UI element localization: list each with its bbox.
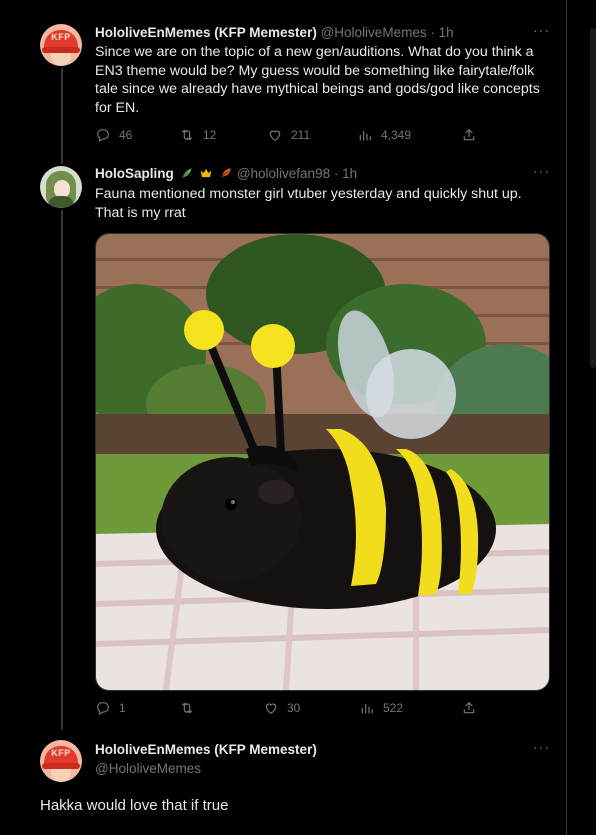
- repost-icon: [181, 129, 193, 141]
- author-name[interactable]: HoloSapling: [95, 166, 174, 181]
- column-border: [566, 0, 567, 835]
- thread-connector: [61, 210, 63, 730]
- tweet-text: Fauna mentioned monster girl vtuber yest…: [95, 186, 522, 221]
- guinea-pig-bee-photo: [96, 234, 549, 690]
- like-count: 30: [287, 701, 301, 715]
- avatar-cap-text: KFP: [51, 32, 71, 42]
- share-icon: [463, 128, 475, 141]
- tweet-header: HololiveEnMemes (KFP Memester): [95, 742, 317, 757]
- tweet-handle-line: @HololiveMemes: [95, 761, 201, 776]
- avatar[interactable]: KFP: [40, 740, 82, 782]
- reply-button[interactable]: 1: [95, 700, 126, 716]
- author-handle[interactable]: @HololiveMemes: [95, 761, 201, 776]
- tweet-header: HoloSapling @hololivefan98 · 1h: [95, 166, 357, 183]
- tweet-image[interactable]: [95, 233, 550, 691]
- author-name[interactable]: HololiveEnMemes (KFP Memester): [95, 25, 317, 40]
- like-button[interactable]: 30: [263, 700, 300, 716]
- more-icon[interactable]: ···: [533, 163, 550, 179]
- tweet-text: Since we are on the topic of a new gen/a…: [95, 44, 540, 116]
- tweet-header: HololiveEnMemes (KFP Memester) @Hololive…: [95, 25, 454, 40]
- avatar[interactable]: KFP: [40, 24, 82, 66]
- timestamp[interactable]: · 1h: [334, 166, 357, 181]
- tweet-text: Hakka would love that if true: [40, 797, 229, 814]
- views-icon: [361, 704, 373, 714]
- view-count: 522: [383, 701, 404, 715]
- repost-button[interactable]: [179, 700, 203, 716]
- timestamp[interactable]: · 1h: [430, 25, 453, 40]
- feather-emoji: [219, 166, 233, 183]
- reply-count: 1: [119, 701, 126, 715]
- share-button[interactable]: [461, 127, 477, 143]
- repost-count: 12: [203, 128, 217, 142]
- like-icon: [269, 130, 281, 142]
- avatar[interactable]: [40, 166, 82, 208]
- repost-icon: [181, 702, 193, 714]
- views-icon: [359, 131, 371, 141]
- like-count: 211: [291, 128, 311, 142]
- reply-count: 46: [119, 128, 133, 142]
- more-icon[interactable]: ···: [533, 739, 550, 755]
- views-button[interactable]: 4,349: [357, 127, 411, 143]
- avatar-cap-text: KFP: [51, 748, 71, 758]
- reply-icon: [97, 702, 109, 716]
- author-handle[interactable]: @HololiveMemes: [321, 25, 427, 40]
- reply-button[interactable]: 46: [95, 127, 132, 143]
- tweet-actions: 46 12 211 4,349: [95, 127, 475, 147]
- repost-button[interactable]: 12: [179, 127, 216, 143]
- like-icon: [265, 703, 277, 715]
- reply-icon: [97, 129, 109, 143]
- share-icon: [463, 701, 475, 714]
- more-icon[interactable]: ···: [533, 22, 550, 38]
- share-button[interactable]: [461, 700, 477, 716]
- author-name[interactable]: HololiveEnMemes (KFP Memester): [95, 742, 317, 757]
- tweet-actions: 1 30 522: [95, 700, 475, 720]
- crown-emoji: [199, 166, 213, 183]
- view-count: 4,349: [381, 128, 412, 142]
- views-button[interactable]: 522: [359, 700, 403, 716]
- leaf-emoji: [180, 166, 194, 183]
- thread-connector: [61, 68, 63, 164]
- author-handle[interactable]: @hololivefan98: [237, 166, 330, 181]
- like-button[interactable]: 211: [267, 127, 310, 143]
- side-scrollbar[interactable]: [590, 28, 596, 368]
